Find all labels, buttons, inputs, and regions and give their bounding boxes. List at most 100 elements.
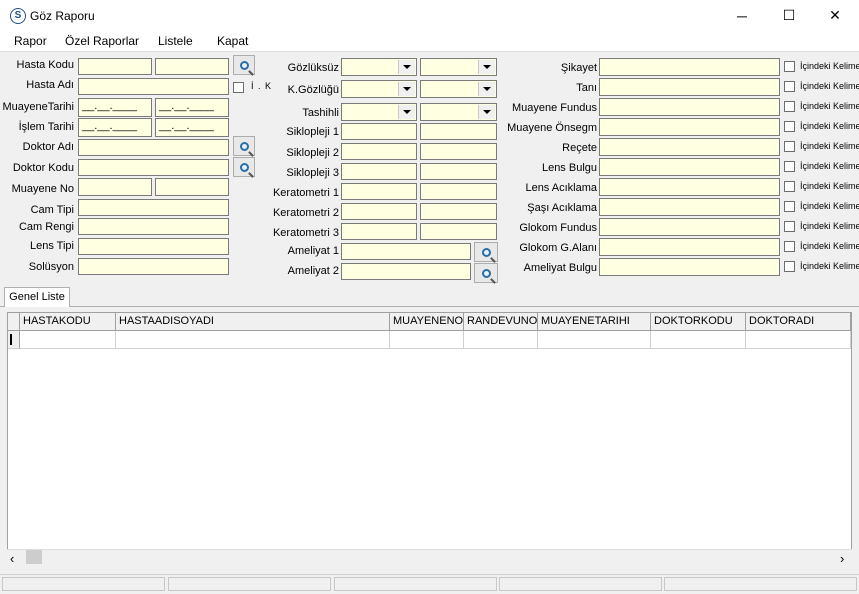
menu-kapat[interactable]: Kapat [217,34,248,48]
col-randevuno[interactable]: RANDEVUNO [464,313,538,331]
status-pane-4 [499,577,662,591]
chevron-down-icon[interactable] [478,105,495,119]
lens-tipi-input[interactable] [78,238,229,255]
tashihli-combo-1[interactable] [341,103,417,121]
right-field-input[interactable] [599,138,780,156]
hasta-kodu-input-2[interactable] [155,58,229,75]
chevron-down-icon[interactable] [478,82,495,96]
chevron-down-icon[interactable] [398,82,415,96]
right-field-input[interactable] [599,198,780,216]
siklopleji-2-input-1[interactable] [341,143,417,160]
chevron-down-icon[interactable] [398,105,415,119]
scroll-left-icon[interactable]: ‹ [10,551,14,566]
menu-listele[interactable]: Listele [158,34,193,48]
k-gozlugu-combo-1[interactable] [341,80,417,98]
menu-ozel-raporlar[interactable]: Özel Raporlar [65,34,139,48]
scroll-thumb[interactable] [26,550,42,564]
contains-word-label: İçindeki Kelime [800,101,859,111]
doktor-adi-input[interactable] [78,139,229,156]
right-field-input[interactable] [599,98,780,116]
table-cell[interactable] [116,331,390,349]
horizontal-scrollbar[interactable] [7,549,852,567]
col-hastaadisoyadi[interactable]: HASTAADISOYADI [116,313,390,331]
doktor-kodu-label: Doktor Kodu [12,162,74,174]
right-field-input[interactable] [599,118,780,136]
doktor-kodu-input[interactable] [78,159,229,176]
islem-tarihi-end[interactable]: __.__.____ [155,118,229,137]
right-field-label: Muayene Fundus [512,102,597,114]
cam-rengi-input[interactable] [78,218,229,235]
ameliyat-1-input[interactable] [341,243,471,260]
solusyon-input[interactable] [78,258,229,275]
table-cell[interactable] [390,331,464,349]
gozluksuz-combo-1[interactable] [341,58,417,76]
siklopleji-1-input-1[interactable] [341,123,417,140]
ameliyat-2-search-button[interactable] [474,263,498,283]
maximize-button[interactable]: ☐ [766,0,812,31]
contains-word-checkbox[interactable] [784,241,795,252]
right-field-input[interactable] [599,58,780,76]
close-button[interactable]: ✕ [812,0,858,31]
siklopleji-3-input-2[interactable] [420,163,497,180]
table-cell[interactable] [746,331,851,349]
contains-word-checkbox[interactable] [784,161,795,172]
siklopleji-1-input-2[interactable] [420,123,497,140]
contains-word-checkbox[interactable] [784,141,795,152]
scroll-right-icon[interactable]: › [840,551,844,566]
table-cell[interactable] [651,331,746,349]
ameliyat-2-input[interactable] [341,263,471,280]
chevron-down-icon[interactable] [398,60,415,74]
col-hastakodu[interactable]: HASTAKODU [20,313,116,331]
menu-rapor[interactable]: Rapor [14,34,47,48]
keratometri-3-input-2[interactable] [420,223,497,240]
right-field-input[interactable] [599,78,780,96]
table-cell[interactable] [538,331,651,349]
hasta-kodu-input-1[interactable] [78,58,152,75]
minimize-button[interactable]: ─ [719,0,765,31]
col-muayeneno[interactable]: MUAYENENO [390,313,464,331]
muayene-tarihi-start[interactable]: __.__.____ [78,98,152,117]
keratometri-3-input-1[interactable] [341,223,417,240]
muayene-no-input-2[interactable] [155,178,229,196]
k-gozlugu-combo-2[interactable] [420,80,497,98]
table-cell[interactable] [20,331,116,349]
contains-word-checkbox[interactable] [784,221,795,232]
gozluksuz-combo-2[interactable] [420,58,497,76]
keratometri-2-input-2[interactable] [420,203,497,220]
right-field-label: Muayene Önsegm [507,122,597,134]
contains-word-checkbox[interactable] [784,61,795,72]
contains-word-checkbox[interactable] [784,101,795,112]
col-doktoradi[interactable]: DOKTORADI [746,313,851,331]
cam-tipi-input[interactable] [78,199,229,216]
contains-word-checkbox[interactable] [784,181,795,192]
hasta-adi-input[interactable] [78,78,229,95]
siklopleji-3-input-1[interactable] [341,163,417,180]
ameliyat-1-search-button[interactable] [474,242,498,262]
data-grid[interactable]: HASTAKODU HASTAADISOYADI MUAYENENO RANDE… [7,312,852,566]
islem-tarihi-start[interactable]: __.__.____ [78,118,152,137]
tab-genel-liste[interactable]: Genel Liste [4,287,70,307]
row-indicator[interactable] [8,331,20,349]
chevron-down-icon[interactable] [478,60,495,74]
col-muayenetarihi[interactable]: MUAYENETARIHI [538,313,651,331]
contains-word-checkbox[interactable] [784,261,795,272]
right-field-input[interactable] [599,258,780,276]
col-doktorkodu[interactable]: DOKTORKODU [651,313,746,331]
contains-word-checkbox[interactable] [784,81,795,92]
right-field-input[interactable] [599,158,780,176]
contains-word-checkbox[interactable] [784,201,795,212]
tashihli-combo-2[interactable] [420,103,497,121]
right-field-input[interactable] [599,218,780,236]
table-cell[interactable] [464,331,538,349]
right-field-input[interactable] [599,238,780,256]
status-pane-3 [334,577,497,591]
ik-checkbox[interactable] [233,82,244,93]
muayene-no-input-1[interactable] [78,178,152,196]
siklopleji-2-input-2[interactable] [420,143,497,160]
keratometri-1-input-1[interactable] [341,183,417,200]
right-field-input[interactable] [599,178,780,196]
keratometri-2-input-1[interactable] [341,203,417,220]
keratometri-1-input-2[interactable] [420,183,497,200]
contains-word-checkbox[interactable] [784,121,795,132]
muayene-tarihi-end[interactable]: __.__.____ [155,98,229,117]
